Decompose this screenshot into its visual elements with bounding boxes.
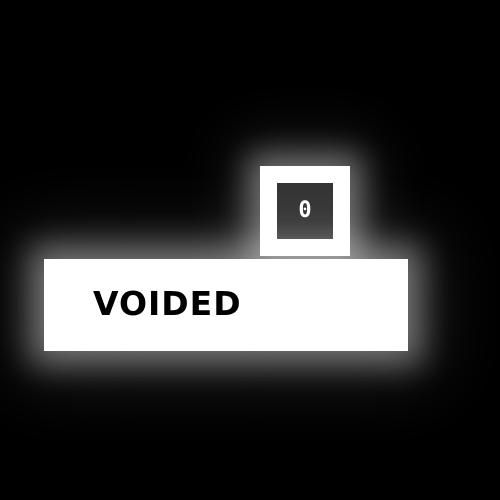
game-title: VOIDED [93,284,242,323]
game-canvas: 0 VOIDED [0,0,500,500]
score-value: 0 [298,198,312,223]
title-platform[interactable]: VOIDED [44,259,408,351]
score-display: 0 [277,183,333,239]
score-box: 0 [260,166,350,256]
